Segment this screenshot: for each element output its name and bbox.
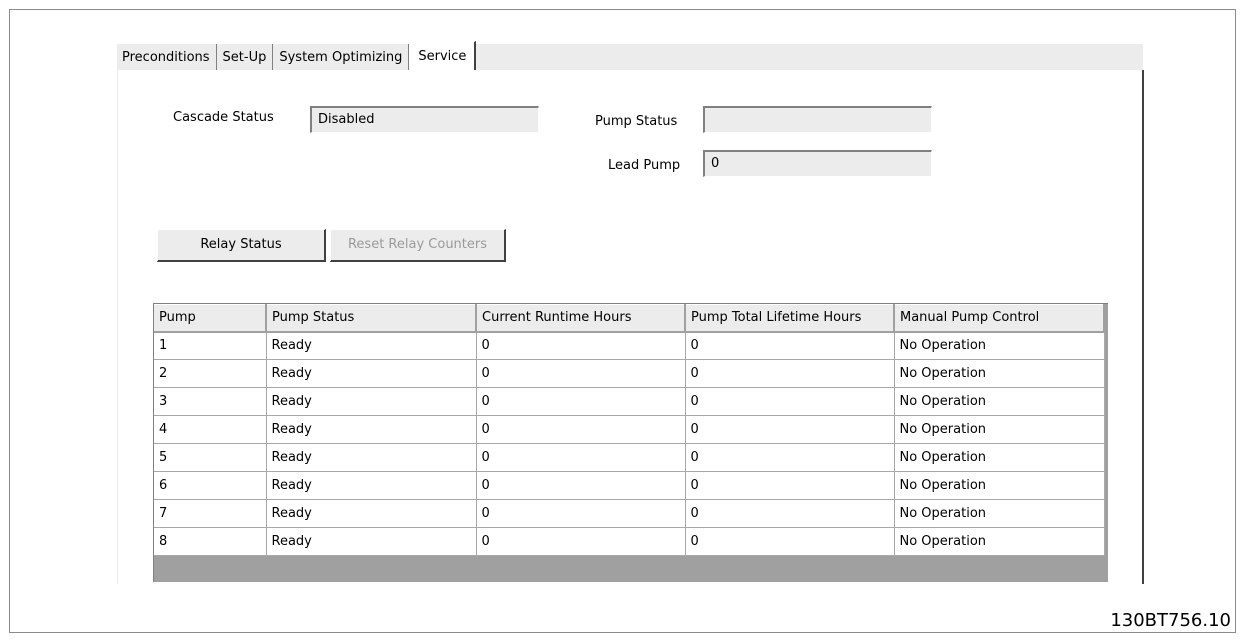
cell-pump: 6 [154, 471, 267, 500]
pump-status-field [703, 106, 932, 133]
table-row[interactable]: 8 Ready 0 0 No Operation [154, 527, 1105, 556]
tab-bar: Preconditions Set-Up System Optimizing S… [117, 41, 477, 71]
relay-status-button[interactable]: Relay Status [157, 229, 326, 262]
cell-manual-pump-control[interactable]: No Operation [894, 415, 1105, 444]
cell-manual-pump-control[interactable]: No Operation [894, 387, 1105, 416]
cell-pump-status: Ready [266, 443, 477, 472]
column-header-current-runtime-hours[interactable]: Current Runtime Hours [476, 304, 686, 333]
tab-preconditions[interactable]: Preconditions [117, 44, 217, 71]
cascade-status-label: Cascade Status [173, 110, 274, 125]
cell-current-runtime-hours: 0 [476, 471, 686, 500]
cell-manual-pump-control[interactable]: No Operation [894, 471, 1105, 500]
cell-pump: 2 [154, 359, 267, 388]
table-row[interactable]: 6 Ready 0 0 No Operation [154, 471, 1105, 500]
cell-pump-status: Ready [266, 471, 477, 500]
pump-table-container: Pump Pump Status Current Runtime Hours P… [153, 303, 1108, 582]
cell-current-runtime-hours: 0 [476, 499, 686, 528]
cell-pump-status: Ready [266, 359, 477, 388]
cell-current-runtime-hours: 0 [476, 331, 686, 360]
table-header-row: Pump Pump Status Current Runtime Hours P… [154, 304, 1105, 333]
pump-table: Pump Pump Status Current Runtime Hours P… [154, 304, 1105, 556]
table-row[interactable]: 5 Ready 0 0 No Operation [154, 443, 1105, 472]
cell-pump-status: Ready [266, 415, 477, 444]
column-header-pump-total-lifetime-hours[interactable]: Pump Total Lifetime Hours [685, 304, 895, 333]
cell-pump: 8 [154, 527, 267, 556]
table-row[interactable]: 2 Ready 0 0 No Operation [154, 359, 1105, 388]
cell-pump-status: Ready [266, 331, 477, 360]
cell-pump: 7 [154, 499, 267, 528]
cascade-status-field: Disabled [310, 106, 539, 133]
cell-current-runtime-hours: 0 [476, 359, 686, 388]
table-row[interactable]: 4 Ready 0 0 No Operation [154, 415, 1105, 444]
column-header-pump[interactable]: Pump [154, 304, 267, 333]
cell-pump: 5 [154, 443, 267, 472]
cell-current-runtime-hours: 0 [476, 387, 686, 416]
table-row[interactable]: 3 Ready 0 0 No Operation [154, 387, 1105, 416]
column-header-pump-status[interactable]: Pump Status [266, 304, 477, 333]
cell-pump-total-lifetime-hours: 0 [685, 527, 895, 556]
cell-pump-total-lifetime-hours: 0 [685, 331, 895, 360]
cell-pump: 1 [154, 331, 267, 360]
cell-pump-total-lifetime-hours: 0 [685, 471, 895, 500]
table-row[interactable]: 7 Ready 0 0 No Operation [154, 499, 1105, 528]
cell-pump-status: Ready [266, 387, 477, 416]
cell-current-runtime-hours: 0 [476, 415, 686, 444]
cell-pump-total-lifetime-hours: 0 [685, 443, 895, 472]
cell-manual-pump-control[interactable]: No Operation [894, 331, 1105, 360]
cell-pump-status: Ready [266, 499, 477, 528]
tab-service[interactable]: Service [409, 41, 477, 70]
cell-pump-total-lifetime-hours: 0 [685, 499, 895, 528]
cell-pump-total-lifetime-hours: 0 [685, 387, 895, 416]
cell-manual-pump-control[interactable]: No Operation [894, 359, 1105, 388]
cell-pump: 3 [154, 387, 267, 416]
cell-current-runtime-hours: 0 [476, 443, 686, 472]
cell-manual-pump-control[interactable]: No Operation [894, 499, 1105, 528]
cell-current-runtime-hours: 0 [476, 527, 686, 556]
cell-manual-pump-control[interactable]: No Operation [894, 527, 1105, 556]
tab-set-up[interactable]: Set-Up [216, 44, 274, 71]
cell-pump: 4 [154, 415, 267, 444]
tab-system-optimizing[interactable]: System Optimizing [273, 44, 410, 71]
lead-pump-field: 0 [703, 150, 932, 177]
cell-pump-status: Ready [266, 527, 477, 556]
reset-relay-counters-button[interactable]: Reset Relay Counters [330, 229, 506, 262]
cell-pump-total-lifetime-hours: 0 [685, 415, 895, 444]
column-header-manual-pump-control[interactable]: Manual Pump Control [894, 304, 1105, 333]
cell-pump-total-lifetime-hours: 0 [685, 359, 895, 388]
lead-pump-label: Lead Pump [608, 158, 681, 173]
pump-status-label: Pump Status [595, 114, 678, 129]
cell-manual-pump-control[interactable]: No Operation [894, 443, 1105, 472]
figure-reference-number: 130BT756.10 [1110, 610, 1231, 631]
table-row[interactable]: 1 Ready 0 0 No Operation [154, 331, 1105, 360]
